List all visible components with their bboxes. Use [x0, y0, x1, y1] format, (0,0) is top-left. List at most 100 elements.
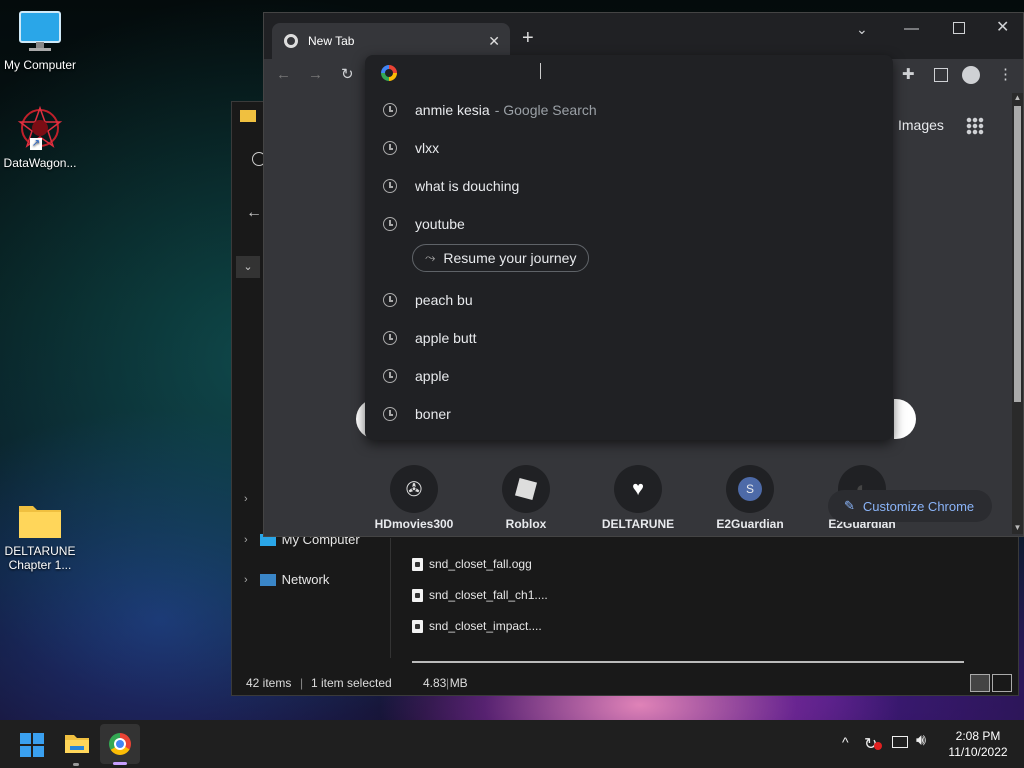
clock-area[interactable]: 2:08 PM 11/10/2022	[944, 728, 1012, 760]
audio-file-icon	[412, 557, 423, 571]
back-arrow-icon[interactable]: ←	[246, 204, 262, 222]
journey-icon: ⤳	[425, 250, 436, 265]
suggestion-text: anmie kesia	[415, 102, 490, 118]
maximize-icon[interactable]	[953, 22, 965, 34]
suggestion-suffix: - Google Search	[494, 102, 597, 118]
file-name: snd_closet_fall_ch1....	[429, 588, 548, 602]
scroll-up-arrow-icon[interactable]: ▲	[1012, 93, 1023, 102]
tab-strip: New Tab ✕ + ⌄ — ✕	[264, 13, 1023, 59]
file-name: snd_closet_fall.ogg	[429, 557, 532, 571]
suggestion-text: what is douching	[415, 178, 520, 194]
file-explorer-taskbar-icon[interactable]	[64, 732, 90, 754]
omnibox-input-row[interactable]	[365, 55, 893, 91]
pencil-icon: ✎	[844, 498, 855, 513]
customize-chrome-button[interactable]: ✎ Customize Chrome	[828, 490, 992, 522]
history-clock-icon	[383, 369, 397, 383]
details-view-icon[interactable]	[970, 674, 990, 692]
start-windows-icon[interactable]	[20, 733, 44, 757]
shortcut-letter: S	[738, 477, 762, 501]
file-row[interactable]: snd_closet_fall_ch1....	[412, 588, 548, 602]
history-clock-icon	[383, 179, 397, 193]
minimize-icon[interactable]: —	[904, 19, 919, 39]
network-monitor-icon[interactable]	[892, 736, 908, 748]
desktop-icon-deltarune-folder[interactable]: DELTARUNE Chapter 1...	[0, 500, 80, 572]
taskbar-date: 11/10/2022	[948, 745, 1008, 759]
suggestion-item[interactable]: apple butt	[365, 319, 893, 357]
shortcut-tile[interactable]: Roblox	[476, 465, 576, 531]
profile-avatar-icon[interactable]	[962, 66, 980, 84]
close-tab-icon[interactable]: ✕	[488, 33, 500, 50]
shortcut-label: E2Guardian	[716, 517, 784, 531]
status-separator: |	[300, 676, 304, 690]
nav-chevron-icon[interactable]: ›	[244, 493, 248, 505]
file-row[interactable]: snd_closet_fall.ogg	[412, 557, 532, 571]
selected-count: 1 item selected	[311, 676, 392, 690]
desktop-icon-datawagon[interactable]: ↗ DataWagon...	[0, 104, 80, 170]
monitor-icon	[18, 10, 62, 54]
reload-icon[interactable]: ↻	[341, 65, 354, 85]
tiles-view-icon[interactable]	[992, 674, 1012, 692]
side-panel-icon[interactable]	[934, 68, 948, 82]
chrome-icon	[109, 733, 131, 755]
running-indicator	[73, 763, 79, 766]
chevron-right-icon: ›	[244, 573, 248, 586]
taskbar: ^ ↻ 🔊︎ 2:08 PM 11/10/2022	[0, 720, 1024, 768]
resume-journey-chip[interactable]: ⤳ Resume your journey	[412, 244, 590, 272]
tab-title: New Tab	[308, 34, 355, 48]
film-reel-icon: ✇	[390, 465, 438, 513]
show-hidden-icons-chevron-icon[interactable]: ^	[842, 734, 849, 750]
chrome-taskbar-button[interactable]	[100, 724, 140, 765]
nav-item-label: Network	[281, 572, 330, 587]
shortcut-arrow-icon: ↗	[30, 138, 42, 150]
nav-item-network[interactable]: › Network	[244, 572, 329, 587]
suggestion-item[interactable]: boner	[365, 395, 893, 433]
file-row[interactable]: snd_closet_impact....	[412, 619, 542, 633]
google-g-icon	[381, 65, 397, 81]
images-link[interactable]: Images	[898, 117, 944, 133]
status-bar: 42 items | 1 item selected 4.83 MB |	[232, 672, 1018, 694]
suggestion-item[interactable]: anmie kesia - Google Search	[365, 91, 893, 129]
sync-alert-icon[interactable]: ↻	[864, 734, 882, 754]
chevron-right-icon: ›	[244, 533, 248, 546]
suggestion-text: apple butt	[415, 330, 477, 346]
extensions-puzzle-icon[interactable]: ✚	[902, 65, 915, 85]
roblox-icon	[502, 465, 550, 513]
suggestion-item[interactable]: apple	[365, 357, 893, 395]
shortcut-tile[interactable]: S E2Guardian	[700, 465, 800, 531]
suggestion-item[interactable]: vlxx	[365, 129, 893, 167]
horizontal-scrollbar[interactable]	[412, 661, 964, 663]
suggestion-item[interactable]: peach bu	[365, 281, 893, 319]
suggestion-item[interactable]: what is douching	[365, 167, 893, 205]
kebab-menu-icon[interactable]: ⋮	[998, 65, 1013, 85]
shortcut-tile[interactable]: ✇ HDmovies300	[364, 465, 464, 531]
suggestion-item[interactable]: youtube	[365, 205, 893, 243]
close-window-icon[interactable]: ✕	[996, 18, 1009, 38]
history-clock-icon	[383, 217, 397, 231]
omnibox-dropdown: anmie kesia - Google Search vlxx what is…	[365, 55, 893, 440]
volume-speaker-icon[interactable]: 🔊︎	[916, 732, 926, 750]
active-indicator	[113, 762, 127, 765]
network-icon	[259, 573, 276, 586]
expand-chevron-icon[interactable]: ⌄	[236, 256, 260, 278]
scrollbar-thumb[interactable]	[1014, 106, 1021, 402]
omnibox-input[interactable]	[409, 63, 873, 85]
search-box-right-edge[interactable]	[894, 399, 916, 439]
journey-label: Resume your journey	[443, 250, 577, 266]
shortcut-label: DELTARUNE	[601, 517, 675, 531]
customize-label: Customize Chrome	[862, 498, 975, 514]
history-clock-icon	[383, 331, 397, 345]
desktop-icon-label: My Computer	[3, 58, 77, 72]
tab-search-chevron-icon[interactable]: ⌄	[856, 19, 868, 39]
taskbar-time: 2:08 PM	[955, 729, 1001, 743]
desktop-icon-my-computer[interactable]: My Computer	[0, 10, 80, 72]
vertical-scrollbar[interactable]: ▲ ▼	[1012, 93, 1023, 534]
apps-grid-icon[interactable]	[966, 117, 984, 135]
datawagon-app-icon: ↗	[16, 104, 64, 152]
shortcut-tile[interactable]: ♥ DELTARUNE	[588, 465, 688, 531]
back-arrow-icon[interactable]: ←	[276, 65, 291, 85]
scroll-down-arrow-icon[interactable]: ▼	[1012, 523, 1023, 532]
tab-new-tab[interactable]: New Tab ✕	[272, 23, 510, 59]
forward-arrow-icon[interactable]: →	[308, 65, 323, 85]
file-name: snd_closet_impact....	[429, 619, 542, 633]
new-tab-plus-icon[interactable]: +	[522, 28, 534, 48]
